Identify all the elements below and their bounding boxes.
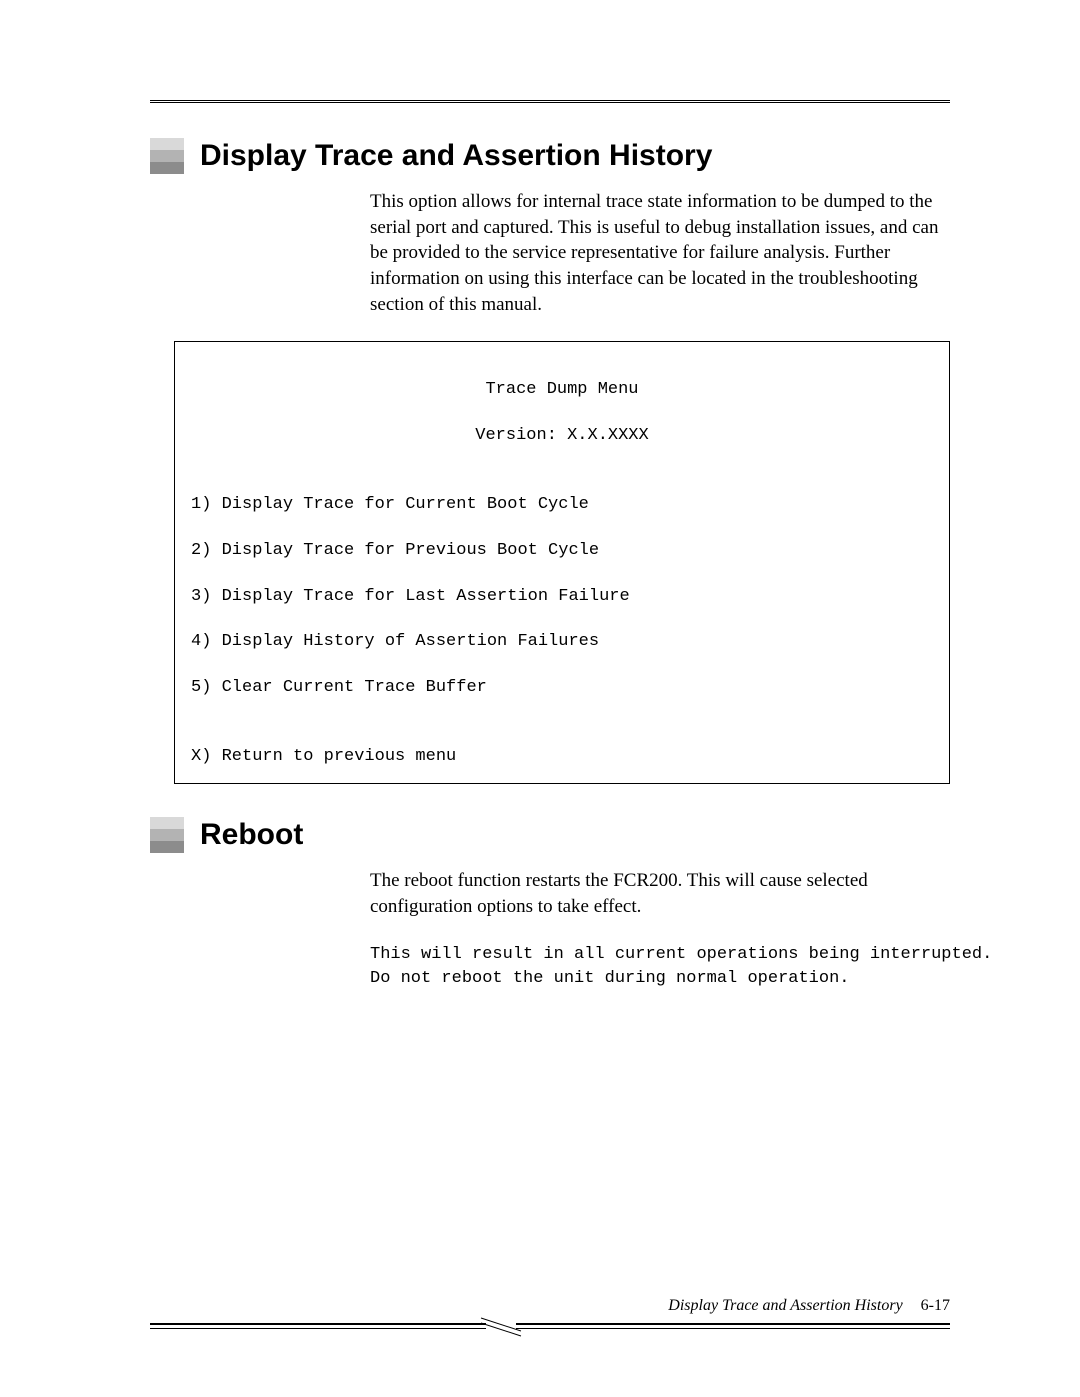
footer-divider <box>150 1323 950 1337</box>
menu-exit: X) Return to previous menu <box>191 746 933 769</box>
footer-page-number: 6-17 <box>921 1297 950 1314</box>
reboot-warning: This will result in all current operatio… <box>150 943 950 991</box>
menu-item: 5) Clear Current Trace Buffer <box>191 677 933 700</box>
heading-marker-icon <box>150 817 184 853</box>
menu-item: 2) Display Trace for Previous Boot Cycle <box>191 540 933 563</box>
menu-item: 4) Display History of Assertion Failures <box>191 631 933 654</box>
menu-version: Version: X.X.XXXX <box>191 425 933 448</box>
page-footer: Display Trace and Assertion History 6-17 <box>150 1327 950 1337</box>
section-heading-reboot: Reboot <box>150 818 950 852</box>
menu-item: 3) Display Trace for Last Assertion Fail… <box>191 586 933 609</box>
section2-paragraph: The reboot function restarts the FCR200.… <box>150 868 950 919</box>
section-heading-trace: Display Trace and Assertion History <box>150 139 950 173</box>
trace-dump-menu-box: Trace Dump Menu Version: X.X.XXXX 1) Dis… <box>174 341 950 784</box>
heading-marker-icon <box>150 138 184 174</box>
menu-title: Trace Dump Menu <box>191 379 933 402</box>
section1-paragraph: This option allows for internal trace st… <box>150 189 950 317</box>
footer-title: Display Trace and Assertion History <box>668 1297 902 1314</box>
menu-item: 1) Display Trace for Current Boot Cycle <box>191 494 933 517</box>
warning-line: This will result in all current operatio… <box>370 943 950 967</box>
top-divider <box>150 100 950 103</box>
heading-text: Display Trace and Assertion History <box>200 139 712 172</box>
warning-line: Do not reboot the unit during normal ope… <box>370 967 950 991</box>
heading-text: Reboot <box>200 818 303 851</box>
